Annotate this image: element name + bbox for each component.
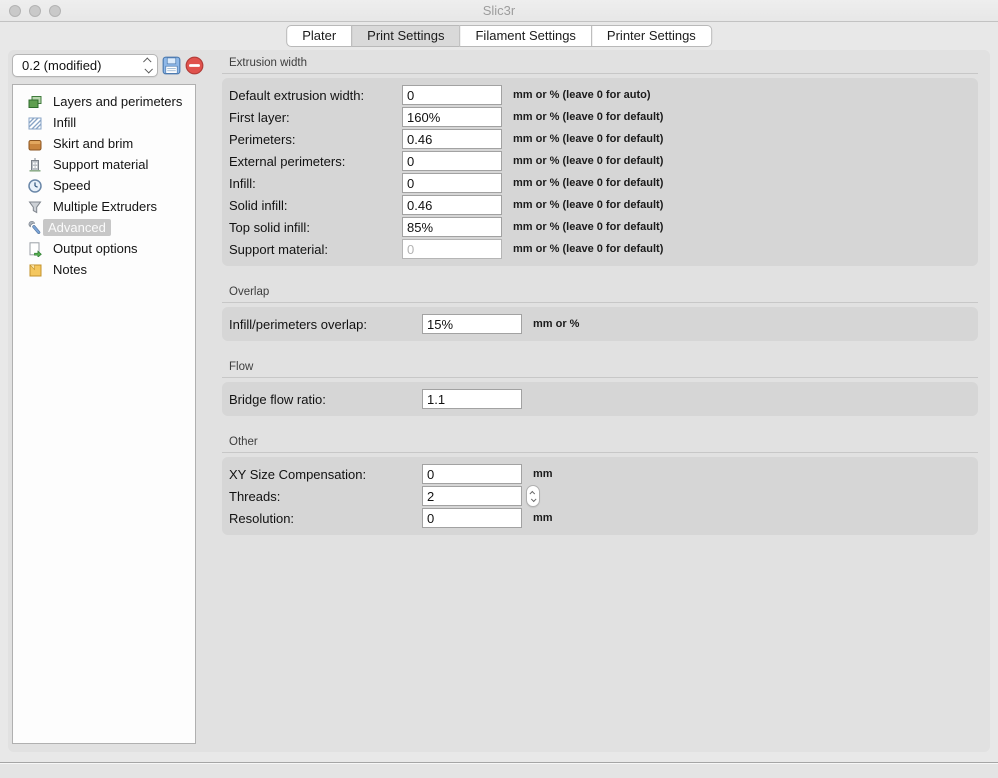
tab-printer-settings[interactable]: Printer Settings (591, 25, 712, 47)
layers-icon (27, 94, 43, 110)
save-preset-button[interactable] (162, 56, 181, 75)
section-extrusion-width: Default extrusion width: mm or % (leave … (222, 78, 978, 266)
speed-icon (27, 178, 43, 194)
external-perimeters-width-input[interactable] (402, 151, 502, 171)
section-other: XY Size Compensation: mm Threads: Resolu… (222, 457, 978, 535)
form-row: Bridge flow ratio: (222, 388, 978, 410)
units-hint: mm (533, 468, 553, 480)
form-row: Solid infill: mm or % (leave 0 for defau… (222, 194, 978, 216)
units-hint: mm (533, 512, 553, 524)
advanced-settings-page: Extrusion width Default extrusion width:… (222, 57, 978, 555)
delete-preset-button[interactable] (185, 56, 204, 75)
zoom-button[interactable] (49, 5, 61, 17)
tab-print-settings[interactable]: Print Settings (351, 25, 460, 47)
infill-perimeters-overlap-input[interactable] (422, 314, 522, 334)
first-layer-width-input[interactable] (402, 107, 502, 127)
section-title-extrusion-width: Extrusion width (222, 57, 978, 74)
tree-item-notes[interactable]: Notes (13, 259, 195, 280)
units-hint: mm or % (leave 0 for default) (513, 155, 663, 167)
form-row: Threads: (222, 485, 978, 507)
tree-item-support-material[interactable]: Support material (13, 154, 195, 175)
form-row: Support material: mm or % (leave 0 for d… (222, 238, 978, 260)
infill-width-input[interactable] (402, 173, 502, 193)
tree-item-infill[interactable]: Infill (13, 112, 195, 133)
tree-item-speed[interactable]: Speed (13, 175, 195, 196)
section-flow: Bridge flow ratio: (222, 382, 978, 416)
default-extrusion-width-input[interactable] (402, 85, 502, 105)
dropdown-stepper-icon (145, 58, 152, 73)
preset-row: 0.2 (modified) (12, 54, 204, 77)
floppy-disk-icon (162, 56, 181, 75)
units-hint: mm or % (leave 0 for default) (513, 243, 663, 255)
threads-spinner[interactable] (526, 485, 540, 507)
form-row: Resolution: mm (222, 507, 978, 529)
tree-item-layers-and-perimeters[interactable]: Layers and perimeters (13, 91, 195, 112)
section-overlap: Infill/perimeters overlap: mm or % (222, 307, 978, 341)
units-hint: mm or % (leave 0 for default) (513, 133, 663, 145)
support-icon (27, 157, 43, 173)
threads-input[interactable] (422, 486, 522, 506)
section-title-overlap: Overlap (222, 286, 978, 303)
close-button[interactable] (9, 5, 21, 17)
xy-size-compensation-input[interactable] (422, 464, 522, 484)
support-material-width-input[interactable] (402, 239, 502, 259)
bridge-flow-ratio-input[interactable] (422, 389, 522, 409)
perimeters-width-input[interactable] (402, 129, 502, 149)
print-settings-panel: 0.2 (modified) (8, 50, 990, 752)
units-hint: mm or % (leave 0 for default) (513, 111, 663, 123)
form-row: Infill/perimeters overlap: mm or % (222, 313, 978, 335)
tree-item-skirt-and-brim[interactable]: Skirt and brim (13, 133, 195, 154)
notes-icon (27, 262, 43, 278)
window-title: Slic3r (0, 0, 998, 21)
units-hint: mm or % (leave 0 for default) (513, 221, 663, 233)
form-row: Default extrusion width: mm or % (leave … (222, 84, 978, 106)
minimize-button[interactable] (29, 5, 41, 17)
form-row: Perimeters: mm or % (leave 0 for default… (222, 128, 978, 150)
skirt-icon (27, 136, 43, 152)
main-tabbar: Plater Print Settings Filament Settings … (286, 25, 712, 47)
red-minus-icon (185, 56, 204, 75)
preset-value: 0.2 (modified) (22, 58, 145, 73)
solid-infill-width-input[interactable] (402, 195, 502, 215)
units-hint: mm or % (leave 0 for default) (513, 199, 663, 211)
status-bar (0, 762, 998, 778)
wrench-icon (27, 220, 43, 236)
top-solid-infill-width-input[interactable] (402, 217, 502, 237)
spinner-down-icon (531, 496, 537, 502)
units-hint: mm or % (leave 0 for auto) (513, 89, 651, 101)
resolution-input[interactable] (422, 508, 522, 528)
preset-dropdown[interactable]: 0.2 (modified) (12, 54, 158, 77)
form-row: Infill: mm or % (leave 0 for default) (222, 172, 978, 194)
spinner-up-icon (529, 490, 535, 496)
window-controls (9, 5, 61, 17)
tree-item-output-options[interactable]: Output options (13, 238, 195, 259)
form-row: External perimeters: mm or % (leave 0 fo… (222, 150, 978, 172)
tab-filament-settings[interactable]: Filament Settings (459, 25, 591, 47)
settings-tree: Layers and perimeters Infill Skirt and b… (12, 84, 196, 744)
units-hint: mm or % (533, 318, 579, 330)
infill-icon (27, 115, 43, 131)
titlebar: Slic3r (0, 0, 998, 22)
units-hint: mm or % (leave 0 for default) (513, 177, 663, 189)
form-row: XY Size Compensation: mm (222, 463, 978, 485)
tab-plater[interactable]: Plater (286, 25, 352, 47)
section-title-other: Other (222, 436, 978, 453)
extruders-icon (27, 199, 43, 215)
tree-item-advanced[interactable]: Advanced (13, 217, 195, 238)
form-row: First layer: mm or % (leave 0 for defaul… (222, 106, 978, 128)
form-row: Top solid infill: mm or % (leave 0 for d… (222, 216, 978, 238)
tree-item-multiple-extruders[interactable]: Multiple Extruders (13, 196, 195, 217)
section-title-flow: Flow (222, 361, 978, 378)
output-icon (27, 241, 43, 257)
